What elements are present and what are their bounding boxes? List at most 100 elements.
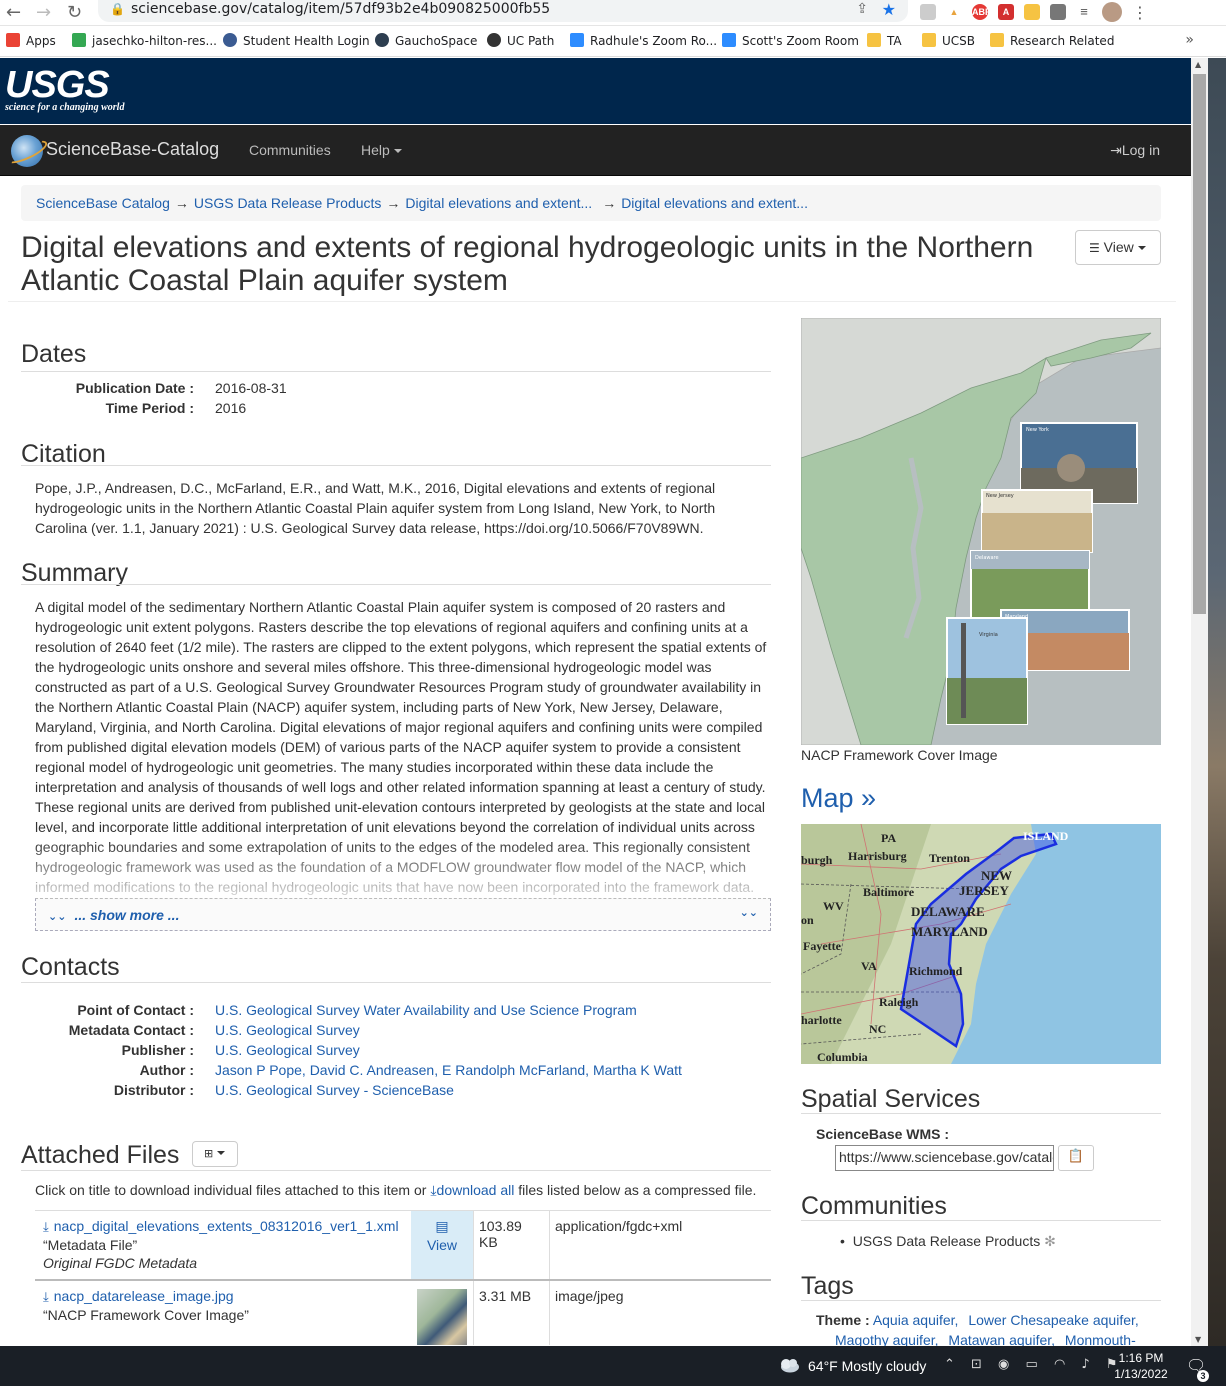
- extent-map-graphic: PA Harrisburg Trenton ISLAND burgh NEW J…: [801, 824, 1161, 1064]
- copy-clipboard-button[interactable]: 📋: [1058, 1145, 1094, 1171]
- login-link[interactable]: ⇥Log in: [1110, 142, 1160, 159]
- file-type: image/jpeg: [549, 1281, 771, 1345]
- folder-icon[interactable]: [1024, 4, 1040, 20]
- bookmark-radhule-zoom[interactable]: Radhule's Zoom Ro...: [570, 33, 717, 48]
- reload-icon[interactable]: ↻: [67, 2, 82, 23]
- map-label: VA: [861, 959, 877, 973]
- bookmark-folder-ta[interactable]: TA: [867, 33, 902, 48]
- tag-link[interactable]: Monmouth-: [1065, 1332, 1136, 1346]
- breadcrumb-item-catalog[interactable]: ScienceBase Catalog: [36, 195, 170, 211]
- bookmark-student-health[interactable]: Student Health Login: [223, 33, 370, 48]
- view-dropdown-button[interactable]: ☰ View: [1075, 230, 1161, 265]
- contact-metadata-link[interactable]: U.S. Geological Survey: [215, 1022, 360, 1038]
- profile-avatar[interactable]: [1102, 2, 1122, 22]
- address-bar[interactable]: 🔒 sciencebase.gov/catalog/item/57df93b2e…: [98, 0, 908, 22]
- bookmark-apps[interactable]: Apps: [6, 33, 56, 48]
- view-file-button[interactable]: ▤ View: [411, 1211, 473, 1279]
- back-arrow-icon[interactable]: ←: [6, 2, 21, 23]
- time-period-value: 2016: [215, 400, 247, 416]
- file-size: 103.89 KB: [473, 1211, 549, 1279]
- extension-icon[interactable]: [920, 4, 936, 20]
- tag-link[interactable]: Matawan aquifer,: [948, 1332, 1055, 1346]
- tag-link[interactable]: Aquia aquifer,: [873, 1312, 959, 1328]
- download-all-link[interactable]: ⤓download all: [430, 1182, 514, 1199]
- table-row: ⤓ nacp_digital_elevations_extents_0831201…: [35, 1210, 771, 1281]
- system-tray-icons[interactable]: ⌃ ⊡ ◉ ▭ ◠ ♪ ⚑: [944, 1357, 1124, 1372]
- cover-thumbnail[interactable]: [417, 1289, 467, 1345]
- desktop-background: [1208, 58, 1226, 1346]
- scroll-down-arrow-icon[interactable]: ▼: [1195, 1335, 1201, 1344]
- adblock-icon[interactable]: ABP: [972, 4, 991, 20]
- breadcrumb-item-data-release[interactable]: USGS Data Release Products: [194, 195, 382, 211]
- map-heading-link[interactable]: Map »: [801, 783, 876, 814]
- intro-text: Click on title to download individual fi…: [35, 1182, 427, 1198]
- file-download-link[interactable]: ⤓ nacp_digital_elevations_extents_0831201…: [43, 1218, 399, 1235]
- contact-distributor-link[interactable]: U.S. Geological Survey - ScienceBase: [215, 1082, 454, 1098]
- file-structure-dropdown[interactable]: ⊞: [192, 1141, 238, 1167]
- bookmark-jasechko[interactable]: jasechko-hilton-res...: [72, 33, 217, 48]
- gear-icon: ✻: [1044, 1234, 1056, 1250]
- wms-url-input[interactable]: https://www.sciencebase.gov/catalog: [835, 1145, 1054, 1171]
- tag-link[interactable]: Magothy aquifer,: [835, 1332, 939, 1346]
- breadcrumb-separator: →: [602, 195, 617, 211]
- file-download-link[interactable]: ⤓ nacp_datarelease_image.jpg: [43, 1288, 234, 1305]
- cover-image[interactable]: New York New Jersey Delaware Maryland Vi…: [801, 318, 1161, 745]
- scroll-up-arrow-icon[interactable]: ▲: [1195, 60, 1201, 69]
- photo-label: Virginia: [979, 632, 998, 638]
- contact-point-of-contact-link[interactable]: U.S. Geological Survey Water Availabilit…: [215, 1002, 637, 1018]
- contact-label: Metadata Contact :: [68, 1022, 194, 1038]
- windows-taskbar: 64°F Mostly cloudy ⌃ ⊡ ◉ ▭ ◠ ♪ ⚑ 1:16 PM…: [0, 1346, 1226, 1386]
- clock[interactable]: 1:16 PM 1/13/2022: [1110, 1350, 1172, 1382]
- bookmark-folder-ucsb[interactable]: UCSB: [922, 33, 975, 48]
- theme-label: Theme :: [816, 1312, 870, 1328]
- bookmark-star-icon[interactable]: ★: [882, 0, 896, 19]
- contact-author-links[interactable]: Jason P Pope, David C. Andreasen, E Rand…: [215, 1062, 682, 1078]
- reading-list-icon[interactable]: ≡: [1076, 4, 1092, 20]
- breadcrumb-item-parent[interactable]: Digital elevations and extent...: [405, 195, 592, 211]
- usgs-logo[interactable]: USGS science for a changing world: [5, 66, 124, 113]
- globe-icon: [487, 33, 501, 47]
- navbar-brand[interactable]: ScienceBase-Catalog: [46, 139, 219, 160]
- map-label: NC: [869, 1022, 886, 1036]
- pdf-icon[interactable]: A: [998, 4, 1014, 20]
- bookmark-scott-zoom[interactable]: Scott's Zoom Room: [722, 33, 859, 48]
- attached-intro: Click on title to download individual fi…: [35, 1180, 775, 1201]
- map-preview[interactable]: PA Harrisburg Trenton ISLAND burgh NEW J…: [801, 824, 1161, 1064]
- main-navbar: ScienceBase-Catalog Communities Help ⇥Lo…: [0, 125, 1191, 176]
- bookmark-label: Student Health Login: [243, 34, 370, 48]
- bookmark-gauchospace[interactable]: GauchoSpace: [375, 33, 477, 48]
- community-name[interactable]: USGS Data Release Products: [853, 1233, 1041, 1249]
- nav-help-dropdown[interactable]: Help: [361, 142, 402, 158]
- chevron-down-icon: [393, 149, 402, 153]
- weather-text[interactable]: 64°F Mostly cloudy: [808, 1358, 926, 1374]
- tag-link[interactable]: Lower Chesapeake aquifer,: [968, 1312, 1138, 1328]
- map-label: Columbia: [817, 1050, 868, 1064]
- bookmarks-overflow-button[interactable]: »: [1185, 32, 1194, 48]
- notification-count-badge: 3: [1197, 1370, 1209, 1382]
- map-label: WV: [823, 899, 844, 913]
- url-text: sciencebase.gov/catalog/item/57df93b2e4b…: [131, 1, 551, 17]
- community-list-item: • USGS Data Release Products ✻: [840, 1233, 1056, 1250]
- forward-arrow-icon[interactable]: →: [36, 2, 51, 23]
- scrollbar-thumb[interactable]: [1193, 74, 1206, 614]
- puzzle-extensions-icon[interactable]: [1050, 4, 1066, 20]
- menu-kebab-icon[interactable]: ⋮: [1132, 3, 1148, 22]
- chevron-down-icon: [1137, 246, 1146, 250]
- section-divider: [21, 584, 771, 585]
- chevron-down-icon: [217, 1151, 226, 1155]
- page-scrollbar[interactable]: ▲ ▼: [1191, 58, 1208, 1346]
- share-icon[interactable]: ⇪: [856, 1, 868, 17]
- zoom-icon: [570, 33, 584, 47]
- bullet: •: [840, 1233, 845, 1249]
- download-icon: ⤓: [43, 1220, 49, 1235]
- breadcrumb-item-current[interactable]: Digital elevations and extent...: [621, 195, 808, 211]
- file-thumbnail-cell[interactable]: [411, 1281, 473, 1345]
- rainbow-extension-icon[interactable]: ▲: [946, 4, 962, 20]
- breadcrumb: ScienceBase Catalog → USGS Data Release Pr…: [21, 185, 1161, 221]
- nav-communities[interactable]: Communities: [249, 142, 331, 158]
- publication-date-value: 2016-08-31: [215, 380, 287, 396]
- contact-publisher-link[interactable]: U.S. Geological Survey: [215, 1042, 360, 1058]
- bookmark-uc-path[interactable]: UC Path: [487, 33, 554, 48]
- show-more-button[interactable]: ⌄⌄ ... show more ... ⌄⌄: [35, 898, 771, 931]
- bookmark-folder-research[interactable]: Research Related: [990, 33, 1114, 48]
